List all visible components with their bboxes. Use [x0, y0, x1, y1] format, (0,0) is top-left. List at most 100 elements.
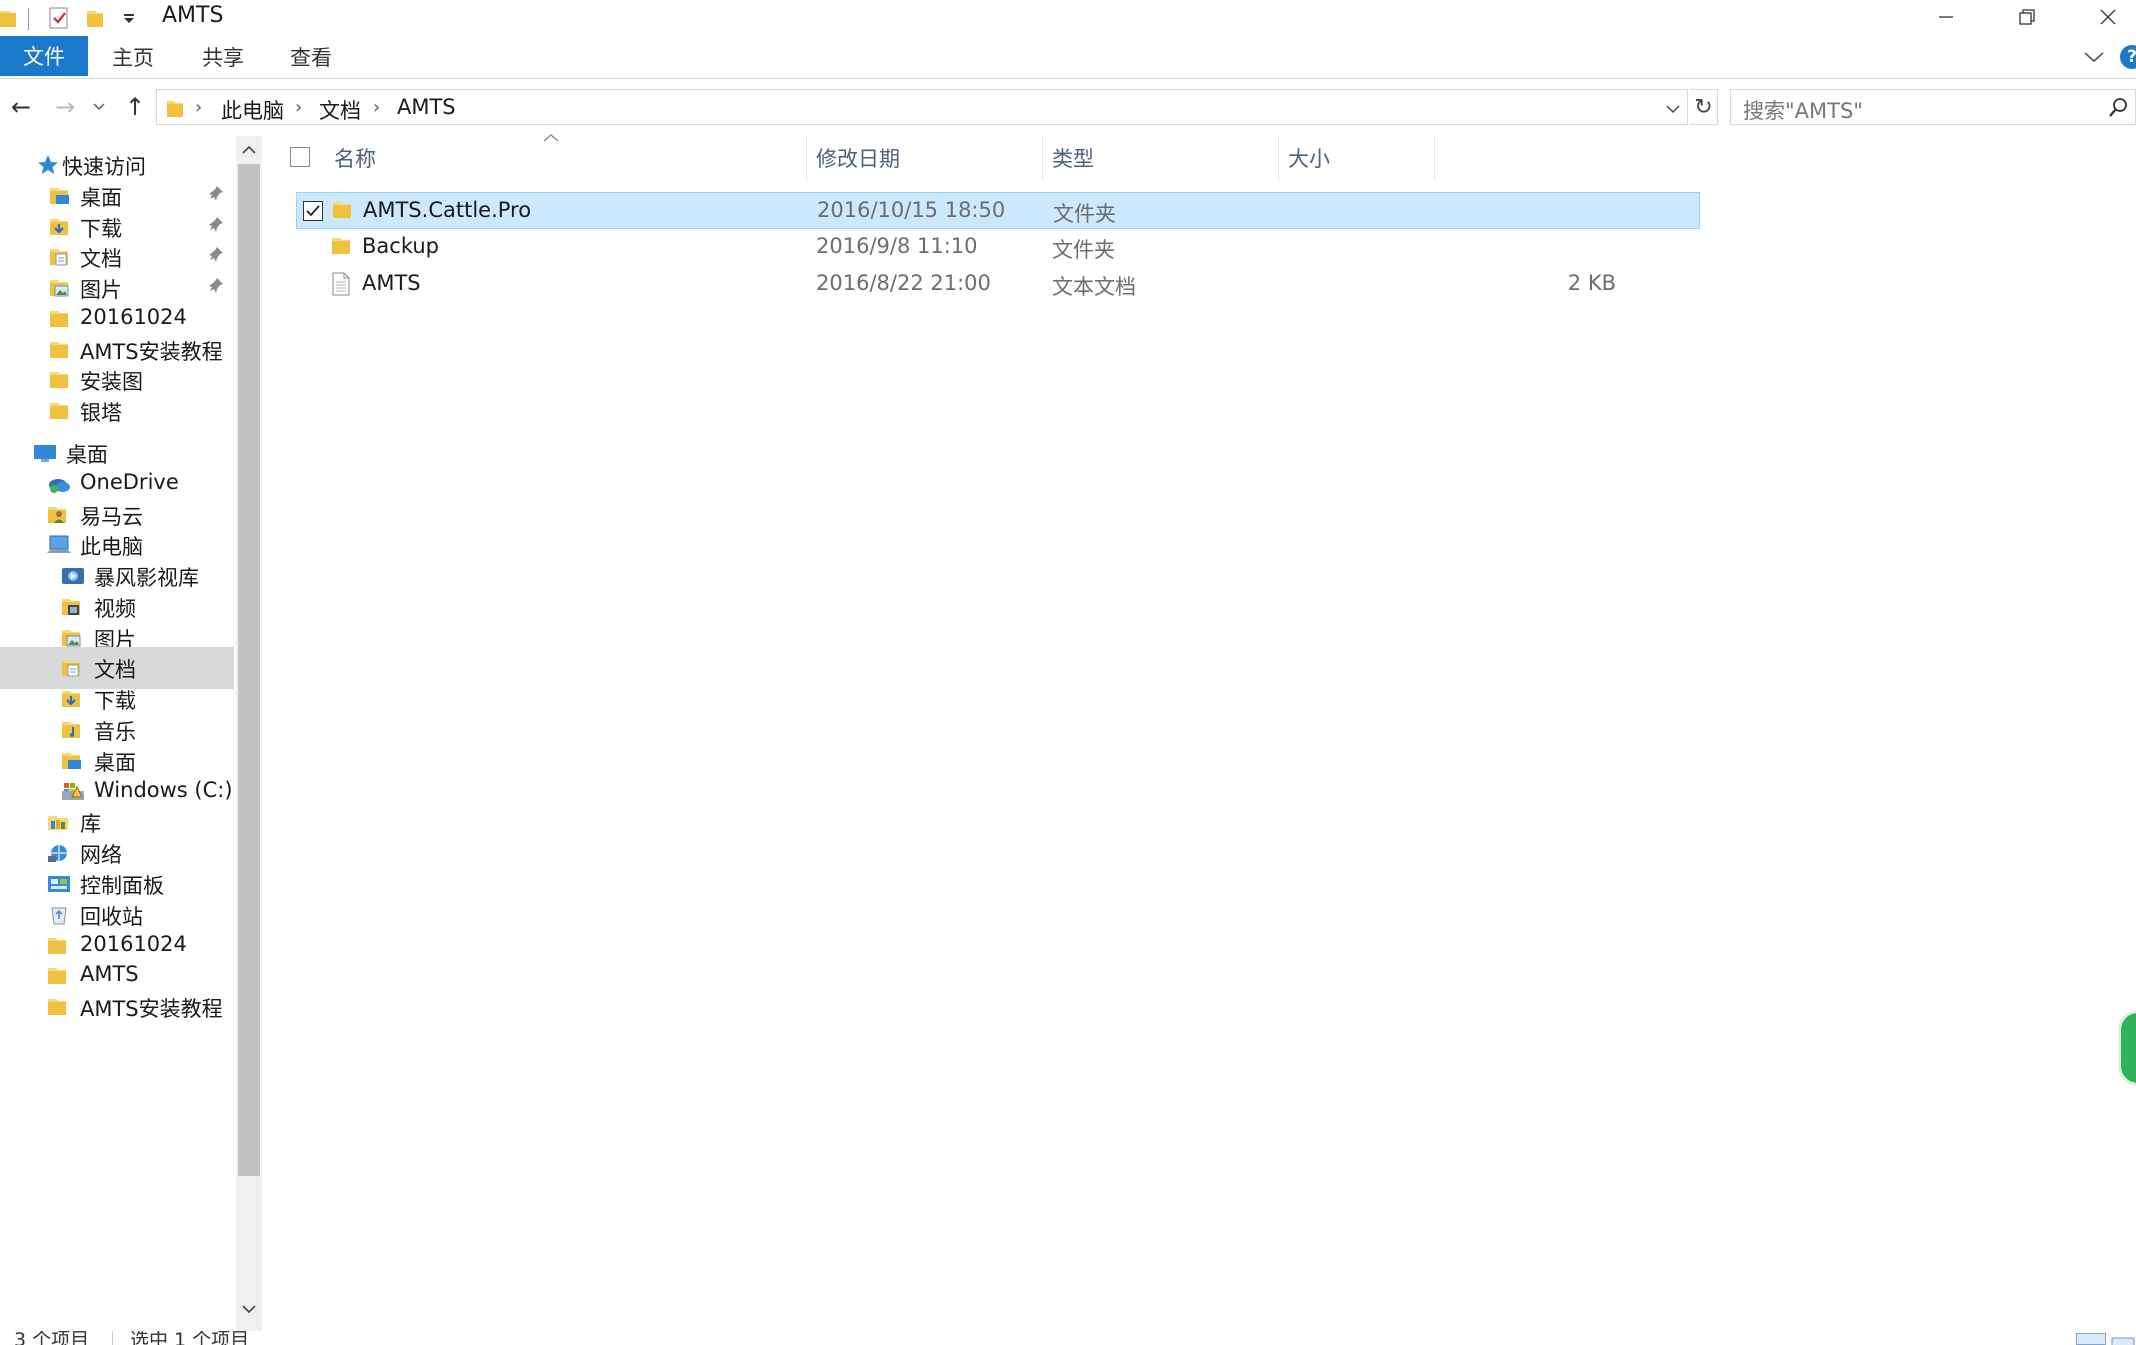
file-name: AMTS	[362, 271, 421, 295]
breadcrumb-chevron-icon[interactable]: ›	[195, 97, 202, 118]
nav-item-label: AMTS安装教程	[80, 997, 223, 1021]
large-icons-view-button[interactable]	[2110, 1333, 2136, 1345]
floating-widget[interactable]	[2118, 1010, 2136, 1086]
pictures-folder-icon	[60, 627, 84, 649]
pin-icon[interactable]	[208, 246, 228, 266]
pin-icon[interactable]	[208, 185, 228, 205]
column-divider[interactable]	[1278, 136, 1279, 180]
ribbon: 文件 主页 共享 查看 ?	[0, 36, 2136, 79]
media-library-icon	[60, 565, 84, 587]
search-box[interactable]: 搜索"AMTS"	[1730, 89, 2136, 125]
back-button[interactable]: ←	[6, 92, 36, 122]
search-icon	[2107, 97, 2129, 119]
search-placeholder: 搜索"AMTS"	[1743, 99, 1863, 123]
file-type: 文本文档	[1052, 275, 1136, 299]
file-row[interactable]: Backup 2016/9/8 11:10 文件夹	[296, 229, 1700, 266]
folder-icon	[46, 996, 70, 1018]
navigation-pane: 快速访问 桌面 下载 文档 图片 20161024 AMTS安装教程 安装图 银塔 桌面 OneDr…	[0, 136, 264, 1345]
toolbar-separator	[28, 8, 29, 30]
nav-scrollbar[interactable]	[236, 136, 262, 1345]
file-size: 2 KB	[1567, 271, 1616, 295]
star-icon	[36, 154, 60, 176]
file-type: 文件夹	[1053, 202, 1116, 226]
address-bar[interactable]: › 此电脑 › 文档 › AMTS	[156, 89, 1688, 125]
desktop-folder-icon	[48, 185, 72, 207]
pin-icon[interactable]	[208, 277, 228, 297]
title-bar: AMTS	[0, 0, 2136, 36]
videos-folder-icon	[60, 596, 84, 618]
file-list: 名称 修改日期 类型 大小 AMTS.Cattle.Pro 2016/10/15 …	[270, 134, 2136, 1331]
scrollbar-thumb[interactable]	[238, 164, 260, 1176]
file-date: 2016/8/22 21:00	[816, 271, 991, 295]
forward-button[interactable]: →	[50, 92, 80, 122]
chevron-down-icon[interactable]	[2080, 44, 2108, 70]
file-row[interactable]: AMTS 2016/8/22 21:00 文本文档 2 KB	[296, 266, 1700, 303]
scroll-down-icon[interactable]	[236, 1296, 262, 1322]
music-folder-icon	[60, 719, 84, 741]
onedrive-icon	[46, 473, 70, 495]
desktop-folder-icon	[60, 750, 84, 772]
column-divider[interactable]	[1042, 136, 1043, 180]
close-button[interactable]	[2068, 0, 2136, 34]
selected-count: 选中 1 个项目	[130, 1331, 250, 1345]
folder-icon	[48, 339, 72, 361]
nav-item[interactable]: 银塔	[0, 390, 234, 432]
help-icon[interactable]: ?	[2120, 45, 2136, 69]
minimize-button[interactable]	[1906, 0, 1986, 34]
refresh-button[interactable]: ↻	[1690, 89, 1718, 125]
control-panel-icon	[46, 873, 70, 895]
recent-locations-button[interactable]	[88, 92, 110, 122]
file-date: 2016/9/8 11:10	[816, 234, 978, 258]
new-folder-icon[interactable]	[84, 4, 106, 32]
column-divider[interactable]	[1434, 136, 1435, 180]
column-header-date[interactable]: 修改日期	[816, 136, 1046, 180]
breadcrumb-chevron-icon[interactable]: ›	[295, 97, 302, 118]
folder-icon	[165, 97, 185, 123]
nav-item-label: 银塔	[80, 401, 122, 425]
tab-home[interactable]: 主页	[100, 36, 166, 78]
nav-item-label: 20161024	[80, 932, 187, 956]
folder-icon	[331, 199, 355, 223]
column-header-type[interactable]: 类型	[1052, 136, 1282, 180]
status-separator	[112, 1331, 113, 1345]
documents-folder-icon	[48, 246, 72, 268]
column-header-name[interactable]: 名称	[334, 136, 734, 180]
nav-item-label: OneDrive	[80, 470, 179, 494]
tab-file[interactable]: 文件	[0, 36, 88, 76]
documents-folder-icon	[60, 657, 84, 679]
breadcrumb-this-pc[interactable]: 此电脑	[221, 95, 284, 125]
file-row[interactable]: AMTS.Cattle.Pro 2016/10/15 18:50 文件夹	[296, 192, 1700, 229]
nav-item-label: AMTS	[80, 962, 139, 986]
pin-icon[interactable]	[208, 216, 228, 236]
drive-icon	[60, 781, 84, 803]
select-all-checkbox[interactable]	[290, 147, 310, 167]
recycle-bin-icon	[46, 904, 70, 926]
breadcrumb-documents[interactable]: 文档	[319, 95, 361, 125]
scroll-up-icon[interactable]	[236, 136, 262, 162]
status-bar: 3 个项目 选中 1 个项目	[0, 1331, 2136, 1345]
column-divider[interactable]	[806, 136, 807, 180]
customize-toolbar-icon[interactable]	[118, 4, 140, 32]
row-checkbox[interactable]	[303, 201, 323, 221]
restore-button[interactable]	[1987, 0, 2067, 34]
desktop-icon	[32, 442, 56, 464]
nav-item[interactable]: AMTS安装教程	[0, 986, 234, 1028]
folder-icon	[48, 369, 72, 391]
address-dropdown-icon[interactable]	[1662, 99, 1684, 119]
folder-icon	[48, 308, 72, 330]
file-name: AMTS.Cattle.Pro	[363, 198, 532, 222]
navigation-bar: ← → ↑ › 此电脑 › 文档 › AMTS ↻ 搜索"AMTS"	[0, 84, 2136, 130]
computer-icon	[46, 534, 71, 556]
up-button[interactable]: ↑	[120, 92, 150, 122]
window-title: AMTS	[162, 3, 224, 28]
file-type: 文件夹	[1052, 238, 1115, 262]
tab-view[interactable]: 查看	[278, 36, 344, 78]
breadcrumb-chevron-icon[interactable]: ›	[373, 97, 380, 118]
nav-item-label: 20161024	[80, 305, 187, 329]
details-view-button[interactable]	[2076, 1333, 2106, 1345]
pictures-folder-icon	[48, 277, 72, 299]
properties-icon[interactable]	[46, 4, 72, 32]
tab-share[interactable]: 共享	[190, 36, 256, 78]
breadcrumb-amts[interactable]: AMTS	[397, 95, 456, 119]
column-header-size[interactable]: 大小	[1288, 136, 1448, 180]
